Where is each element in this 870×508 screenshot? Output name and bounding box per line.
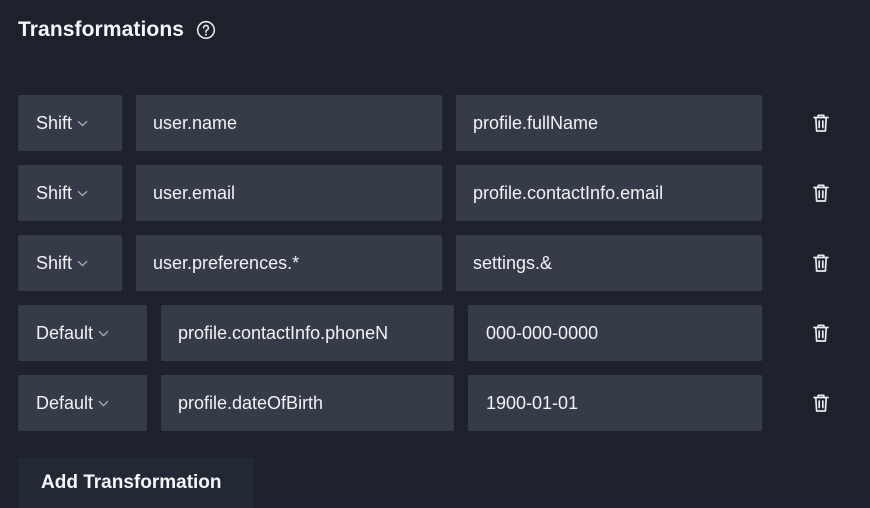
transformation-list: Shift user.name profile.fullName Shift u… (18, 95, 868, 445)
operation-select[interactable]: Default (18, 305, 147, 361)
target-path-input[interactable]: settings.& (456, 235, 762, 291)
operation-select[interactable]: Shift (18, 95, 122, 151)
page-title: Transformations (18, 18, 185, 41)
source-path-input[interactable]: profile.dateOfBirth (161, 375, 454, 431)
operation-select[interactable]: Shift (18, 165, 122, 221)
chevron-down-icon (98, 330, 109, 337)
target-path-input[interactable]: profile.fullName (456, 95, 762, 151)
source-path-input[interactable]: profile.contactInfo.phoneN (161, 305, 454, 361)
transformation-row: Shift user.email profile.contactInfo.ema… (18, 165, 868, 221)
operation-select[interactable]: Default (18, 375, 147, 431)
transformation-row: Default profile.dateOfBirth 1900-01-01 (18, 375, 868, 431)
transformation-row: Shift user.name profile.fullName (18, 95, 868, 151)
transformation-row: Default profile.contactInfo.phoneN 000-0… (18, 305, 868, 361)
help-circle-icon[interactable] (194, 18, 218, 42)
trash-icon[interactable] (810, 392, 832, 414)
chevron-down-icon (77, 120, 88, 127)
chevron-down-icon (77, 260, 88, 267)
transformation-row: Shift user.preferences.* settings.& (18, 235, 868, 291)
trash-icon[interactable] (810, 112, 832, 134)
chevron-down-icon (98, 400, 109, 407)
source-path-input[interactable]: user.preferences.* (136, 235, 442, 291)
section-header: Transformations (18, 14, 218, 46)
trash-icon[interactable] (810, 252, 832, 274)
operation-value: Shift (36, 112, 73, 133)
trash-icon[interactable] (810, 182, 832, 204)
default-value-input[interactable]: 1900-01-01 (468, 375, 762, 431)
operation-value: Shift (36, 182, 73, 203)
source-path-input[interactable]: user.name (136, 95, 442, 151)
chevron-down-icon (77, 190, 88, 197)
default-value-input[interactable]: 000-000-0000 (468, 305, 762, 361)
trash-icon[interactable] (810, 322, 832, 344)
source-path-input[interactable]: user.email (136, 165, 442, 221)
operation-value: Default (36, 392, 94, 413)
operation-select[interactable]: Shift (18, 235, 122, 291)
target-path-input[interactable]: profile.contactInfo.email (456, 165, 762, 221)
operation-value: Default (36, 322, 94, 343)
operation-value: Shift (36, 252, 73, 273)
add-transformation-button[interactable]: Add Transformation (18, 458, 254, 508)
